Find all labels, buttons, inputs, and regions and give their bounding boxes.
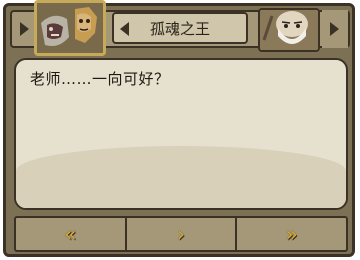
next-speaker-arrow-icon[interactable] [330, 22, 339, 36]
right-speaker-portrait[interactable] [258, 8, 320, 52]
left-speaker-portrait[interactable] [34, 0, 106, 56]
speaker-name: 孤魂之王 [149, 19, 210, 38]
speaker-name-plate: 孤魂之王 [112, 12, 248, 44]
double-chevron-left-icon: « [64, 222, 77, 246]
dialog-navigation-bar: « › » [14, 216, 348, 252]
skip-button[interactable]: » [237, 218, 346, 250]
dialog-text-panel[interactable]: 老师……一向可好？ [14, 58, 348, 210]
dialog-text: 老师……一向可好？ [30, 70, 170, 88]
old-bald-man-portrait-icon [260, 10, 318, 50]
previous-speaker-arrow-icon[interactable] [20, 22, 29, 36]
name-plate-arrow-icon [120, 22, 129, 36]
previous-button[interactable]: « [16, 218, 127, 250]
panel-shade [16, 146, 346, 208]
chevron-right-icon: › [177, 222, 185, 246]
double-chevron-right-icon: » [285, 222, 298, 246]
hero-portrait-icon [37, 3, 103, 53]
next-button[interactable]: › [127, 218, 238, 250]
